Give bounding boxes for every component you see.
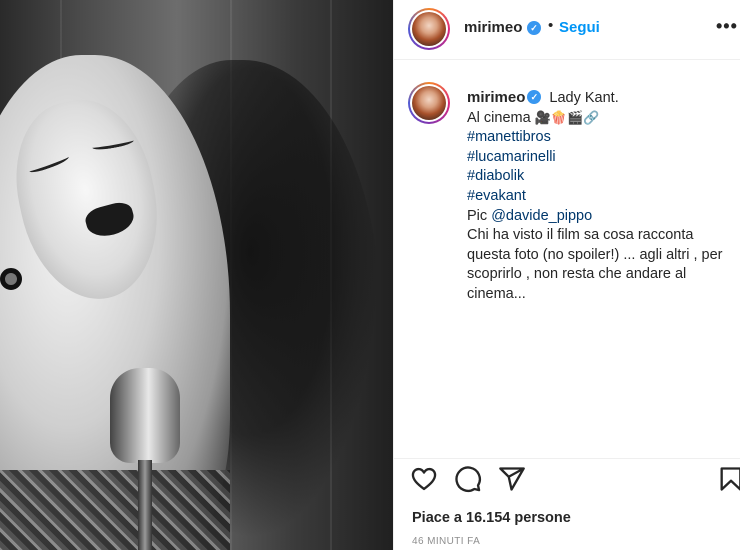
caption-body-line: questa foto (no spoiler!) ... agli altri… <box>467 246 723 263</box>
film-projector-emoji-icon: 🎥 <box>534 110 551 126</box>
separator-dot: • <box>548 17 554 34</box>
hashtag-link[interactable]: #diabolik <box>467 167 737 187</box>
caption-text: mirimeo ✓ Lady Kant. Al cinema 🎥🍿🎬🔗 #mane… <box>467 88 737 305</box>
avatar-image <box>412 86 446 120</box>
link-emoji-icon: 🔗 <box>583 110 600 126</box>
caption-avatar[interactable] <box>408 82 450 124</box>
more-options-icon[interactable]: ••• <box>716 16 738 37</box>
avatar[interactable] <box>408 8 450 50</box>
username-link[interactable]: mirimeo <box>464 19 522 36</box>
photo-microphone <box>110 368 180 463</box>
action-bar <box>394 458 740 498</box>
caption-body-line: scoprirlo , non resta che andare al <box>467 266 687 283</box>
follow-button[interactable]: Segui <box>559 19 600 36</box>
popcorn-emoji-icon: 🍿 <box>550 110 568 126</box>
caption-line-2: Al cinema <box>467 109 531 126</box>
post-timestamp[interactable]: 46 MINUTI FA <box>412 536 480 547</box>
caption-line-1: Lady Kant. <box>549 90 619 106</box>
photo-earring <box>0 268 22 290</box>
pic-label: Pic <box>467 207 488 224</box>
hashtag-link[interactable]: #evakant <box>467 187 737 207</box>
hashtag-link[interactable]: #manettibros <box>467 128 737 148</box>
hashtag-link[interactable]: #lucamarinelli <box>467 148 737 168</box>
photo-dress <box>0 470 230 550</box>
likes-count[interactable]: Piace a 16.154 persone <box>412 510 571 526</box>
post-side-panel: mirimeo ✓ • Segui ••• mirimeo ✓ Lady Kant… <box>393 0 740 550</box>
caption-body-line: Chi ha visto il film sa cosa racconta <box>467 227 694 244</box>
post-photo[interactable] <box>0 0 393 550</box>
caption-body-line: cinema... <box>467 285 526 302</box>
share-icon[interactable] <box>498 465 526 493</box>
photo-mic-stand <box>138 460 152 550</box>
verified-badge-icon: ✓ <box>527 21 541 35</box>
mention-link[interactable]: @davide_pippo <box>491 208 592 224</box>
comment-icon[interactable] <box>454 465 482 493</box>
clapper-board-emoji-icon: 🎬 <box>567 110 584 126</box>
heart-icon[interactable] <box>410 465 438 493</box>
bookmark-icon[interactable] <box>717 465 740 493</box>
verified-badge-icon: ✓ <box>527 90 542 105</box>
post-header: mirimeo ✓ • Segui ••• <box>394 0 740 60</box>
caption-username-link[interactable]: mirimeo <box>467 89 525 106</box>
avatar-image <box>412 12 446 46</box>
